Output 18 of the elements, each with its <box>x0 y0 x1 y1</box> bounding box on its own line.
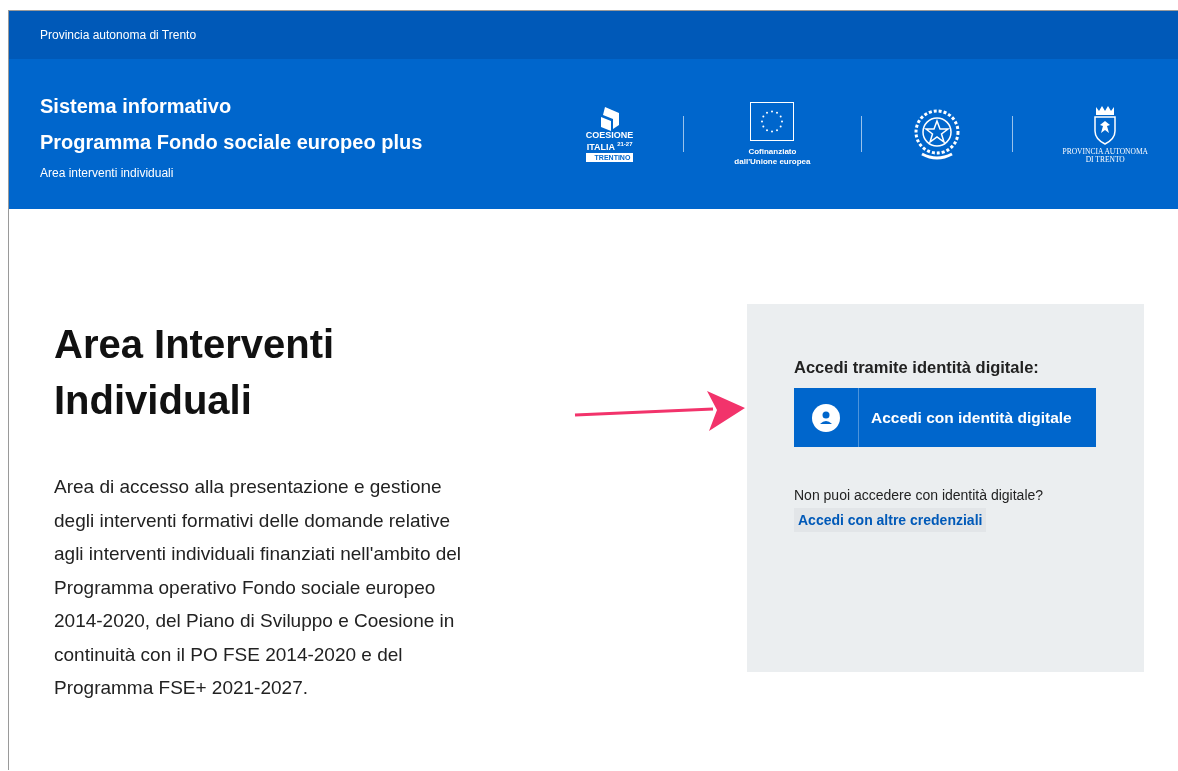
coesione-logo-icon <box>598 106 621 131</box>
logo-text: dall'Unione europea <box>734 156 811 167</box>
other-credentials-link[interactable]: Accedi con altre credenziali <box>794 508 987 532</box>
logo-text: Cofinanziato <box>748 146 797 157</box>
coat-of-arms-icon <box>1092 104 1119 145</box>
description-paragraph: Area di accesso alla presentazione e gestione degli interventi formativi delle domande relative agli interventi individuali finanziati nell'ambito del Programma operativo Fondo sociale europeo 2014-2020, del Piano di Sviluppo e Coesione in continuità con il PO FSE 2014-2020 e del Programma FSE+ 2021-2027. <box>54 475 463 700</box>
logo-text: COESIONE <box>585 130 634 140</box>
user-icon <box>812 403 840 432</box>
site-title: Programma Fondo sociale europeo plus <box>40 130 423 155</box>
login-heading: Accedi tramite identità digitale: <box>794 358 1039 377</box>
logo-text: ITALIA $^{21-27}$ <box>586 139 633 152</box>
site-subtitle: Area interventi individuali <box>40 166 175 180</box>
digital-identity-button[interactable]: Accedi con identità digitale <box>794 388 1096 447</box>
page-title: Area Interventi Individuali <box>54 321 336 424</box>
eu-flag-icon <box>750 101 795 141</box>
alternative-question: Non puoi accedere con identità digitale? <box>794 487 1044 503</box>
site-title: Sistema informativo <box>40 94 233 119</box>
top-bar-label: Provincia autonoma di Trento <box>40 28 197 42</box>
